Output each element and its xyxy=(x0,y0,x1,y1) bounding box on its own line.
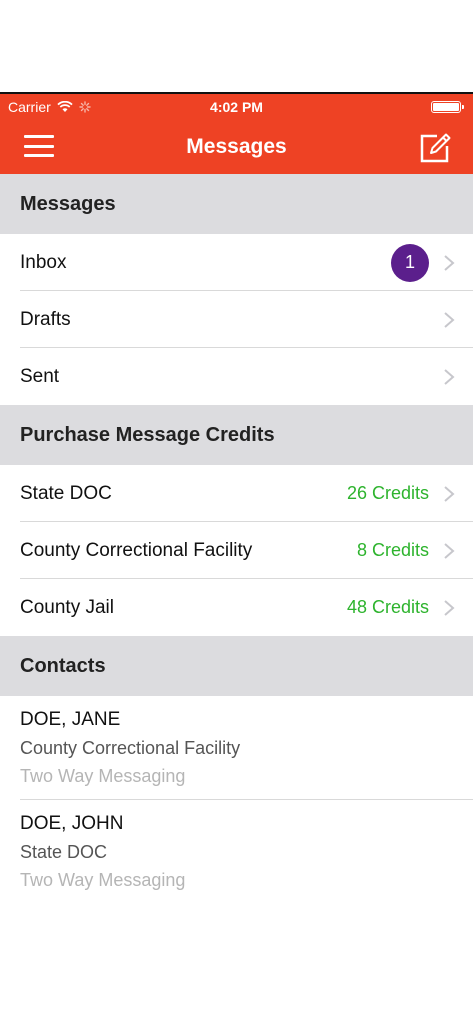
hamburger-icon[interactable] xyxy=(24,135,54,157)
drafts-label: Drafts xyxy=(20,308,71,330)
nav-bar: Messages xyxy=(0,120,473,174)
carrier-label: Carrier xyxy=(8,99,51,115)
credits-count: 48 Credits xyxy=(346,597,429,617)
activity-spinner-icon xyxy=(79,101,91,113)
credits-count: 26 Credits xyxy=(346,483,429,503)
status-time: 4:02 PM xyxy=(210,99,263,115)
section-header-contacts: Contacts xyxy=(0,636,473,696)
facility-label: County Jail xyxy=(20,596,114,618)
unread-count-badge: 1 xyxy=(391,243,429,282)
contact-facility: State DOC xyxy=(20,842,108,862)
chevron-right-icon xyxy=(444,311,455,328)
nav-title: Messages xyxy=(186,135,287,158)
compose-icon[interactable] xyxy=(417,130,453,166)
contact-item[interactable]: DOE, JOHN State DOC Two Way Messaging xyxy=(0,800,473,904)
chevron-right-icon xyxy=(444,485,455,502)
sent-row[interactable]: Sent xyxy=(0,348,473,405)
contact-messaging-type: Two Way Messaging xyxy=(20,870,186,890)
credits-row-state-doc[interactable]: State DOC 26 Credits xyxy=(0,465,473,522)
credits-count: 8 Credits xyxy=(356,540,429,560)
drafts-row[interactable]: Drafts xyxy=(0,291,473,348)
facility-label: County Correctional Facility xyxy=(20,539,253,561)
chevron-right-icon xyxy=(444,254,455,271)
wifi-icon xyxy=(57,101,73,112)
contact-facility: County Correctional Facility xyxy=(20,738,241,758)
top-blank-area xyxy=(0,0,473,92)
section-header-credits: Purchase Message Credits xyxy=(0,405,473,465)
credits-row-county-correctional[interactable]: County Correctional Facility 8 Credits xyxy=(0,522,473,579)
chevron-right-icon xyxy=(444,599,455,616)
section-header-messages: Messages xyxy=(0,174,473,234)
status-bar: Carrier 4:02 PM xyxy=(0,94,473,120)
inbox-label: Inbox xyxy=(20,251,67,273)
sent-label: Sent xyxy=(20,365,60,387)
chevron-right-icon xyxy=(444,542,455,559)
battery-icon xyxy=(431,101,464,113)
inbox-row[interactable]: Inbox 1 xyxy=(0,234,473,291)
facility-label: State DOC xyxy=(20,482,112,504)
contact-name: DOE, JANE xyxy=(20,709,121,730)
contact-item[interactable]: DOE, JANE County Correctional Facility T… xyxy=(0,696,473,800)
credits-row-county-jail[interactable]: County Jail 48 Credits xyxy=(0,579,473,636)
chevron-right-icon xyxy=(444,368,455,385)
contact-messaging-type: Two Way Messaging xyxy=(20,766,186,786)
contact-name: DOE, JOHN xyxy=(20,813,124,834)
